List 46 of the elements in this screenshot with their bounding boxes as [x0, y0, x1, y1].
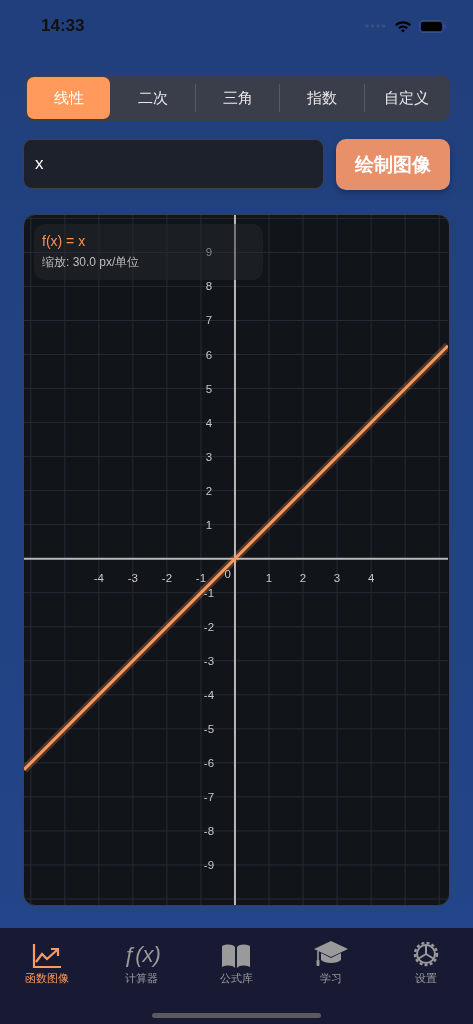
cellular-signal-icon [365, 23, 387, 29]
y-tick-label: 9 [205, 246, 213, 259]
y-tick-label: 2 [205, 484, 213, 497]
y-tick-label: -7 [203, 790, 215, 803]
graduation-cap-icon [313, 939, 350, 969]
tab-bar-item[interactable]: 公式库 [189, 935, 284, 987]
book-icon [220, 943, 253, 969]
x-tick-label: -4 [93, 571, 104, 584]
y-tick-label: 5 [205, 382, 213, 395]
y-tick-label: 1 [205, 518, 213, 531]
x-tick-label: 2 [299, 571, 307, 584]
y-tick-label: -1 [203, 586, 215, 599]
y-tick-label: 3 [205, 450, 213, 463]
y-tick-label: -9 [203, 858, 215, 871]
x-tick-label: 3 [333, 571, 341, 584]
y-tick-label: -8 [203, 824, 215, 837]
wifi-icon [394, 19, 412, 33]
y-tick-label: -6 [203, 756, 215, 769]
formula-label: f(x) = x [42, 233, 87, 249]
function-input-field[interactable]: x [23, 139, 324, 189]
battery-icon [419, 19, 447, 33]
tab-bar-item[interactable]: ƒ(x) 计算器 [94, 935, 190, 987]
x-tick-label: -2 [161, 571, 173, 584]
status-time: 14:33 [41, 16, 85, 36]
y-tick-label: -4 [203, 688, 215, 701]
x-tick-label: -3 [127, 571, 138, 584]
y-tick-label: -5 [203, 722, 215, 735]
y-tick-label: 6 [205, 348, 213, 361]
y-tick-label: -2 [203, 620, 215, 633]
scale-label: 缩放: 30.0 px/单位 [42, 254, 141, 271]
y-tick-label: -3 [203, 654, 215, 667]
x-tick-label: -1 [195, 571, 207, 584]
segment-tab[interactable]: 三角 [195, 77, 280, 119]
y-tick-label: 7 [205, 314, 213, 327]
x-tick-label: 4 [367, 571, 375, 584]
tab-bar-item[interactable]: 函数图像 [0, 935, 95, 987]
segment-tab[interactable]: 指数 [280, 77, 364, 119]
tab-bar-item[interactable]: 设置 [378, 935, 473, 987]
tab-bar-item[interactable]: 学习 [283, 935, 379, 987]
y-tick-label: 4 [205, 416, 213, 429]
segment-tab[interactable]: 自定义 [364, 77, 449, 119]
line-chart-icon [32, 943, 63, 969]
origin-label: 0 [224, 567, 231, 580]
segment-tab[interactable]: 二次 [111, 77, 195, 119]
y-tick-label: 8 [205, 280, 213, 293]
x-tick-label: 1 [265, 571, 273, 584]
